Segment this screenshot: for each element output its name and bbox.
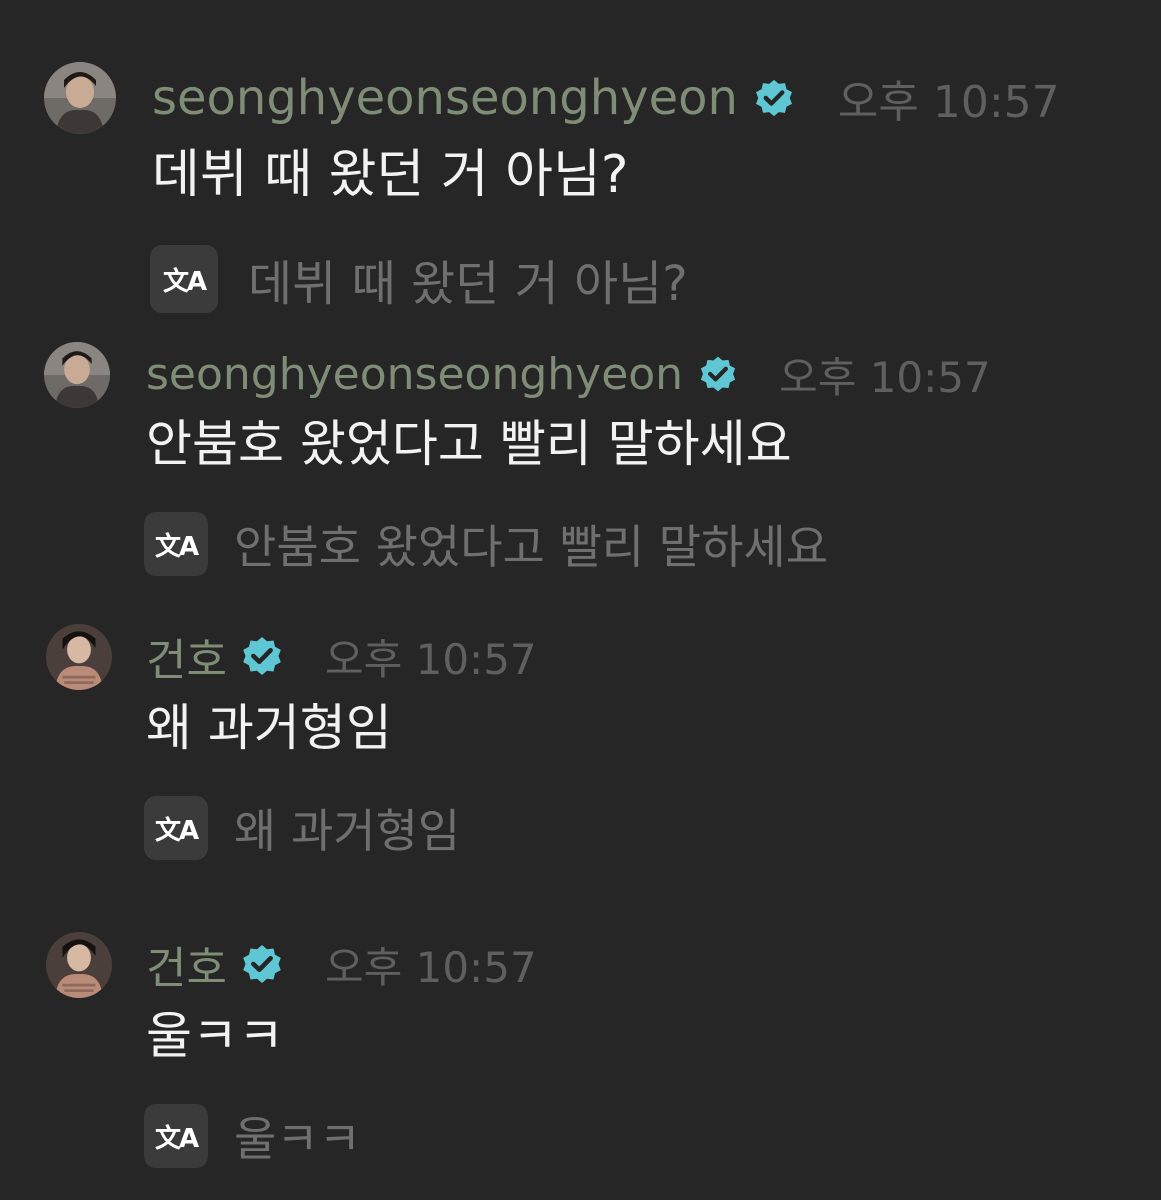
message-text: 데뷔 때 왔던 거 아님? (152, 145, 629, 205)
translated-text: 데뷔 때 왔던 거 아님? (248, 256, 688, 312)
verified-badge-icon (239, 941, 285, 987)
verified-badge-icon (752, 76, 796, 120)
translation-row: 文A 안붐호 왔었다고 빨리 말하세요 (144, 512, 828, 576)
avatar-image (44, 342, 110, 408)
timestamp: 오후 10:57 (779, 352, 991, 402)
translated-text: 안붐호 왔었다고 빨리 말하세요 (234, 520, 829, 574)
avatar-image (46, 624, 112, 690)
translation-row: 文A 왜 과거형임 (144, 796, 460, 860)
translation-row: 文A 데뷔 때 왔던 거 아님? (150, 245, 688, 313)
translate-icon: 文A (154, 815, 199, 846)
avatar-image (44, 62, 116, 134)
avatar[interactable] (46, 932, 112, 998)
username[interactable]: seonghyeonseonghyeon (152, 70, 738, 126)
username[interactable]: 건호 (146, 624, 227, 688)
translate-button[interactable]: 文A (144, 796, 208, 860)
chat-log: seonghyeonseonghyeon 오후 10:57 데뷔 때 왔던 거 … (0, 0, 1161, 1200)
verified-badge-icon (239, 633, 285, 679)
translate-button[interactable]: 文A (150, 245, 218, 313)
username[interactable]: 건호 (146, 932, 227, 996)
translated-text: 왜 과거형임 (234, 804, 461, 858)
translate-icon: 文A (154, 531, 199, 562)
translate-icon: 文A (162, 266, 207, 297)
translate-icon: 文A (154, 1123, 199, 1154)
translate-button[interactable]: 文A (144, 1104, 208, 1168)
avatar-image (46, 932, 112, 998)
message-text: 울ㅋㅋ (146, 1007, 284, 1065)
avatar[interactable] (44, 62, 116, 134)
verified-badge-icon (697, 353, 739, 395)
translation-row: 文A 울ㅋㅋ (144, 1104, 361, 1168)
timestamp: 오후 10:57 (324, 634, 537, 684)
timestamp: 오후 10:57 (837, 77, 1060, 128)
username[interactable]: seonghyeonseonghyeon (146, 349, 683, 400)
timestamp: 오후 10:57 (324, 942, 537, 992)
avatar[interactable] (44, 342, 110, 408)
translate-button[interactable]: 文A (144, 512, 208, 576)
avatar[interactable] (46, 624, 112, 690)
message-text: 왜 과거형임 (146, 699, 392, 757)
translated-text: 울ㅋㅋ (234, 1112, 361, 1166)
message-text: 안붐호 왔었다고 빨리 말하세요 (146, 415, 792, 473)
